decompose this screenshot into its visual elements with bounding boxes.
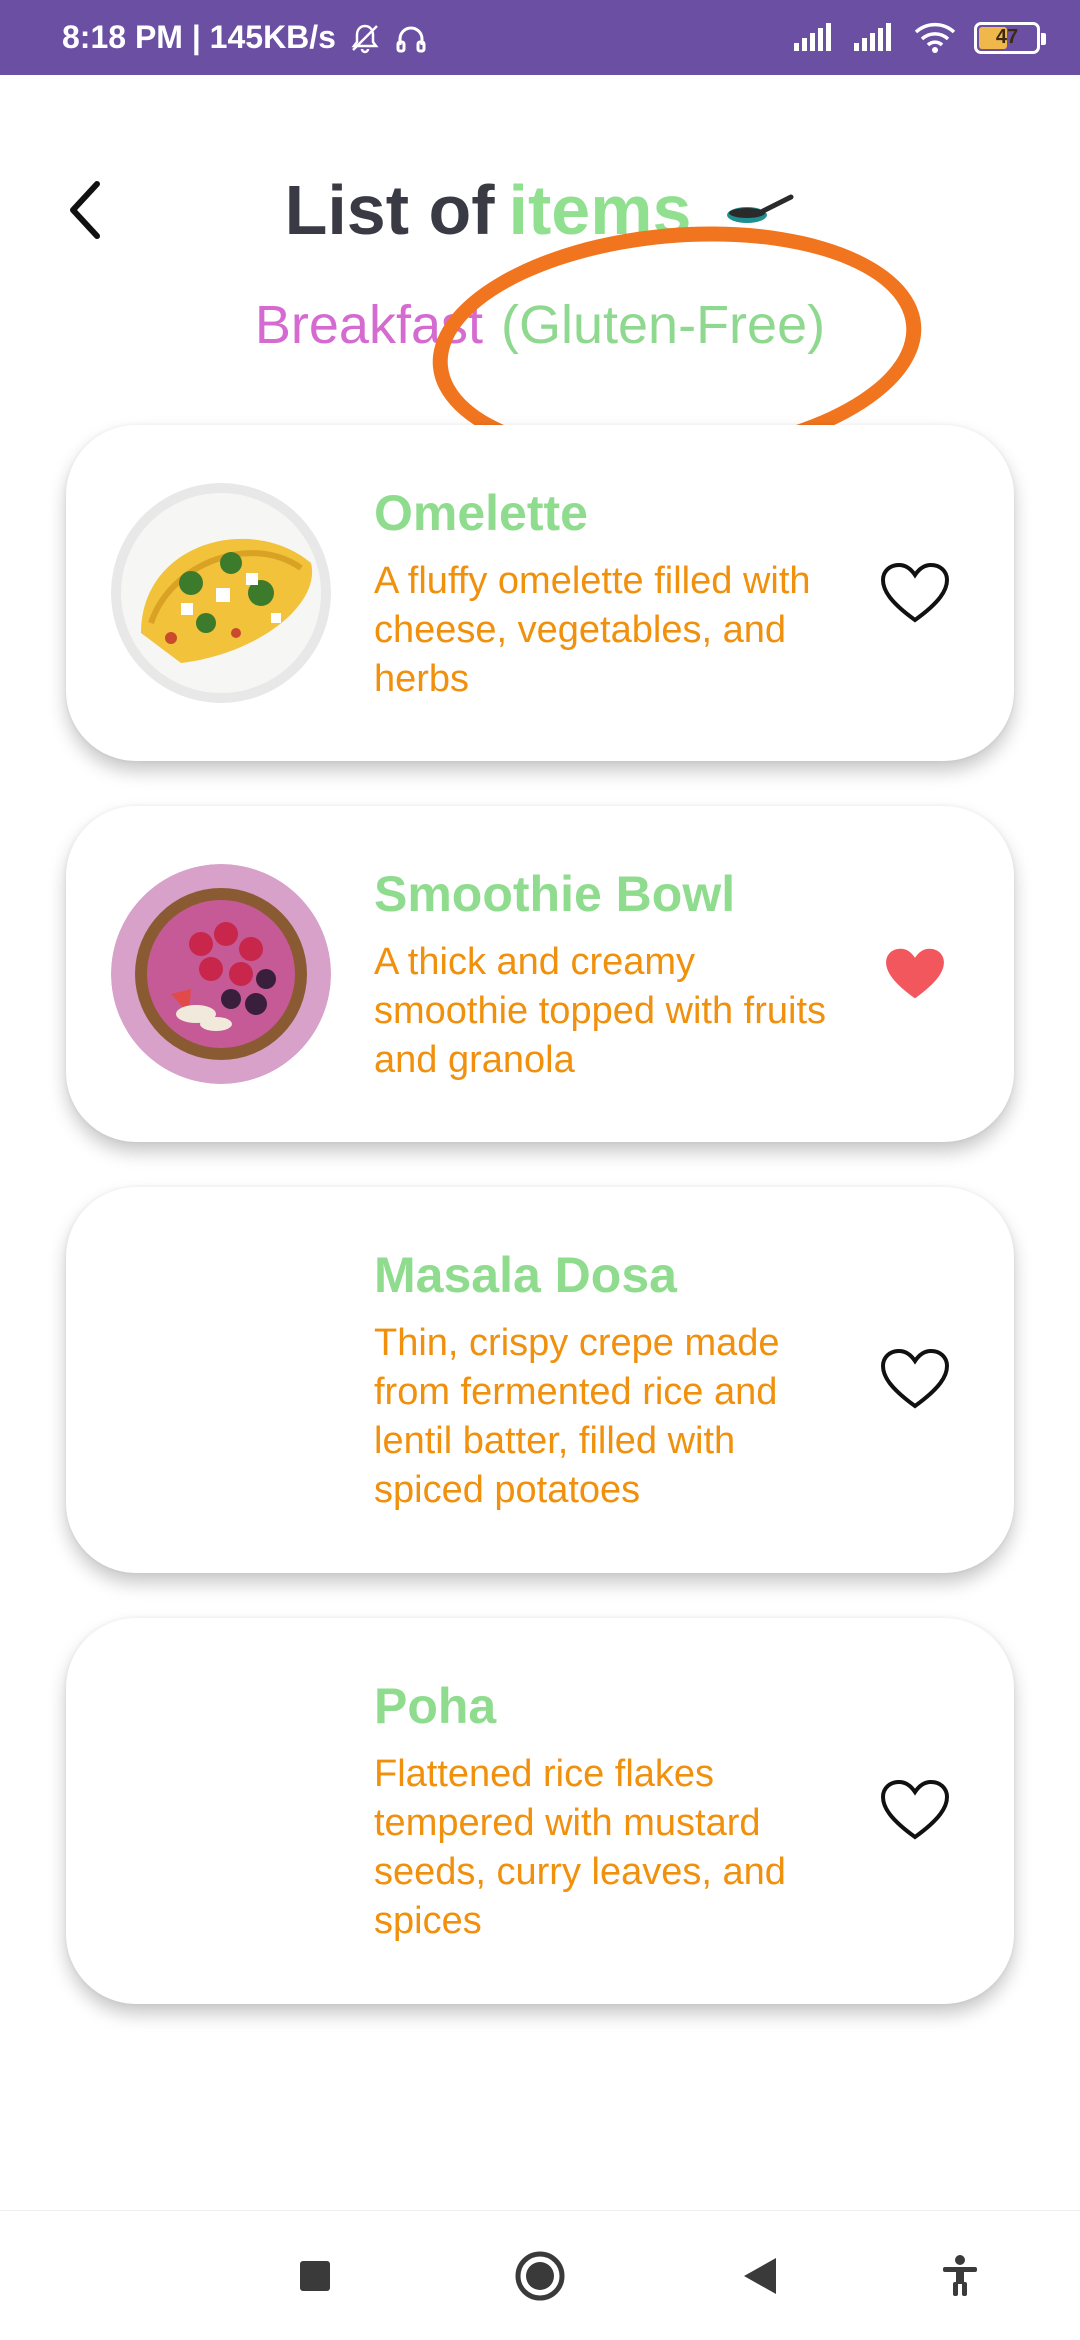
favorite-button[interactable] <box>878 940 952 1008</box>
item-description: Thin, crispy crepe made from fermented r… <box>374 1322 780 1511</box>
system-nav-bar <box>0 2210 1080 2340</box>
status-left: 8:18 PM | 145KB/s <box>62 19 428 56</box>
square-icon <box>300 2261 330 2291</box>
page-title: List of items <box>0 160 1080 260</box>
back-triangle-icon <box>744 2258 776 2294</box>
item-description: A fluffy omelette filled with cheese, ve… <box>374 559 811 700</box>
heart-outline-icon <box>880 1779 950 1840</box>
status-time-speed: 8:18 PM | 145KB/s <box>62 19 336 55</box>
signal-icon-2 <box>854 22 896 53</box>
item-card-omelette[interactable]: Omelette A fluffy omelette filled with c… <box>66 425 1014 761</box>
item-card-body: Masala Dosa Thin, crispy crepe made from… <box>374 1245 844 1515</box>
app-screen: 8:18 PM | 145KB/s 47 List of items Break… <box>0 0 1080 2340</box>
home-button[interactable] <box>510 2241 570 2311</box>
smoothie-bowl-image <box>111 864 331 1084</box>
favorite-button[interactable] <box>878 1776 952 1844</box>
item-card-smoothie-bowl[interactable]: Smoothie Bowl A thick and creamy smoothi… <box>66 806 1014 1142</box>
alarm-off-icon <box>348 21 382 55</box>
back-nav-button[interactable] <box>735 2246 785 2306</box>
recents-button[interactable] <box>290 2246 340 2306</box>
items-list: Omelette A fluffy omelette filled with c… <box>66 425 1014 2049</box>
category-subtitle: Breakfast (Gluten-Free) <box>0 285 1080 365</box>
item-card-body: Poha Flattened rice flakes tempered with… <box>374 1676 844 1946</box>
frying-pan-icon <box>725 165 795 245</box>
heart-filled-icon <box>886 948 944 999</box>
item-title: Poha <box>374 1678 497 1734</box>
title-part-2: items <box>508 171 692 249</box>
item-title: Masala Dosa <box>374 1247 677 1303</box>
battery-level: 47 <box>995 26 1019 48</box>
signal-icon <box>794 22 836 53</box>
heart-outline-icon <box>880 1348 950 1409</box>
status-right: 47 <box>794 21 1046 54</box>
accessibility-button[interactable] <box>935 2246 985 2306</box>
item-card-masala-dosa[interactable]: Masala Dosa Thin, crispy crepe made from… <box>66 1187 1014 1573</box>
category-label: Breakfast <box>254 295 483 355</box>
omelette-image <box>111 483 331 703</box>
headphones-icon <box>394 21 428 55</box>
item-card-body: Omelette A fluffy omelette filled with c… <box>374 483 844 704</box>
item-card-body: Smoothie Bowl A thick and creamy smoothi… <box>374 864 844 1085</box>
item-description: Flattened rice flakes tempered with must… <box>374 1753 786 1942</box>
favorite-button[interactable] <box>878 559 952 627</box>
circle-home-icon <box>515 2251 565 2301</box>
heart-outline-icon <box>880 562 950 623</box>
item-description: A thick and creamy smoothie topped with … <box>374 940 827 1081</box>
wifi-icon <box>914 22 956 54</box>
battery-icon: 47 <box>974 21 1046 54</box>
item-card-poha[interactable]: Poha Flattened rice flakes tempered with… <box>66 1618 1014 2004</box>
item-title: Omelette <box>374 484 588 541</box>
favorite-button[interactable] <box>878 1345 952 1413</box>
title-part-1: List of <box>284 171 495 249</box>
filter-label: (Gluten-Free) <box>501 295 826 355</box>
accessibility-icon <box>943 2255 977 2296</box>
item-title: Smoothie Bowl <box>374 865 736 922</box>
status-bar: 8:18 PM | 145KB/s 47 <box>0 0 1080 75</box>
